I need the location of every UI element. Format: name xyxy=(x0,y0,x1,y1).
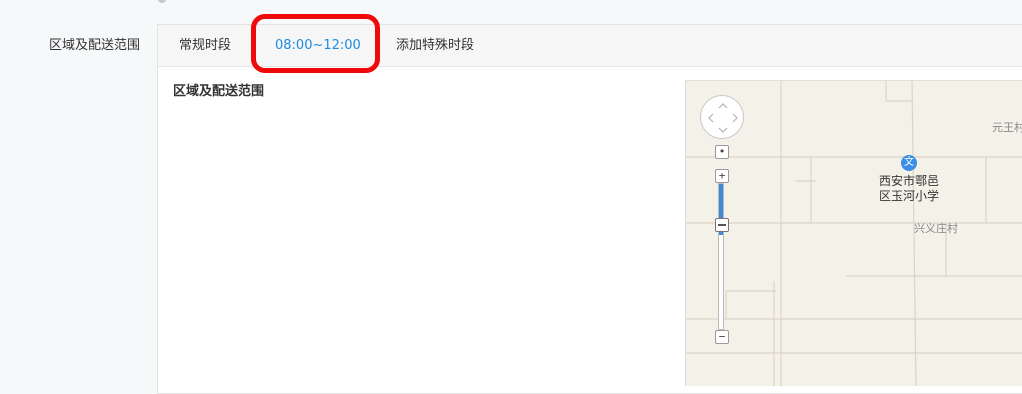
poi-name-line1: 西安市鄠邑 xyxy=(878,174,939,188)
zoom-in-icon[interactable]: + xyxy=(715,169,729,183)
pan-arrows-icon xyxy=(708,103,738,133)
time-slot-tabbar: 常规时段 08:00~12:00 添加特殊时段 xyxy=(158,25,1022,67)
poi-name-line2: 区玉河小学 xyxy=(878,189,939,203)
map-label-village-mid: 兴义庄村 xyxy=(914,222,958,235)
zoom-out-icon[interactable]: − xyxy=(715,330,729,344)
map-label-village-top: 元王村 xyxy=(992,121,1022,134)
zoom-reset-icon[interactable]: • xyxy=(715,145,729,159)
hint-dot-icon xyxy=(158,0,166,3)
section-title: 区域及配送范围 xyxy=(173,84,265,99)
school-pin-icon: 文 xyxy=(901,155,917,171)
tab-time-slot-0800-1200[interactable]: 08:00~12:00 xyxy=(275,25,361,66)
hint-text-partial xyxy=(158,0,174,5)
zoom-slider-track[interactable] xyxy=(718,183,724,330)
map-poi-school[interactable]: 文 西安市鄠邑 区玉河小学 xyxy=(874,155,944,204)
zoom-slider-handle[interactable] xyxy=(715,218,729,232)
field-label-delivery-area: 区域及配送范围 xyxy=(49,38,141,53)
map-pan-control[interactable] xyxy=(700,95,744,139)
tab-regular-time[interactable]: 常规时段 xyxy=(179,25,231,66)
tab-add-special-time[interactable]: 添加特殊时段 xyxy=(396,25,474,66)
map-view[interactable]: 元王村 兴义庄村 文 西安市鄠邑 区玉河小学 • + − xyxy=(685,80,1022,386)
